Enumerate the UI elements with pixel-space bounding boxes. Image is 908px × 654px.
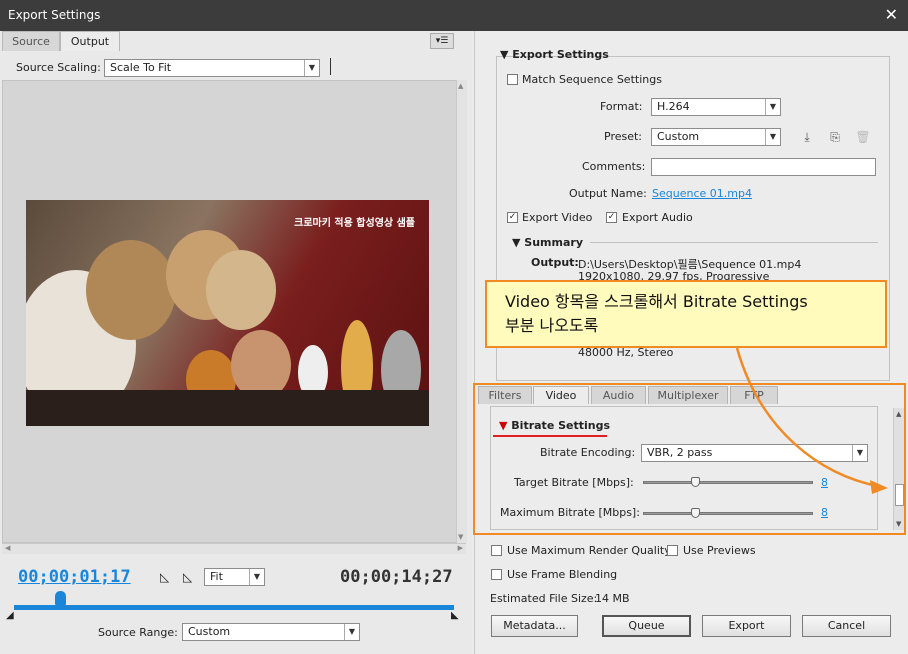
callout-line-1: Video 항목을 스크롤해서 Bitrate Settings: [505, 292, 808, 311]
file-size-value: 14 MB: [595, 592, 630, 605]
output-name-link[interactable]: Sequence 01.mp4: [652, 187, 752, 200]
tab-output[interactable]: Output: [60, 31, 120, 51]
callout-line-2: 부분 나오도록: [505, 316, 599, 335]
set-out-point-icon[interactable]: ◺: [183, 570, 192, 584]
scroll-left-icon[interactable]: ◀: [5, 544, 10, 552]
delete-preset-icon[interactable]: 🗑: [854, 129, 872, 145]
text-cursor: [330, 58, 331, 75]
tab-source[interactable]: Source: [2, 31, 60, 51]
source-range-label: Source Range:: [98, 626, 178, 639]
metadata-button[interactable]: Metadata...: [491, 615, 578, 637]
preset-value: Custom: [657, 130, 700, 143]
annotation-callout: Video 항목을 스크롤해서 Bitrate Settings 부분 나오도록: [485, 280, 887, 348]
frame-blending-label: Use Frame Blending: [507, 568, 618, 581]
title-bar: Export Settings ✕: [0, 0, 908, 31]
format-select[interactable]: H.264 ▼: [651, 98, 781, 116]
export-video-checkbox[interactable]: ✓: [507, 212, 518, 223]
max-render-quality-label: Use Maximum Render Quality: [507, 544, 671, 557]
end-timecode: 00;00;14;27: [340, 567, 453, 587]
timeline-bar[interactable]: [14, 605, 454, 610]
summary-divider: [590, 242, 878, 243]
collapse-triangle-icon: ▼: [500, 48, 513, 61]
summary-output-label: Output:: [531, 256, 579, 269]
export-button[interactable]: Export: [702, 615, 791, 637]
preview-vertical-scrollbar[interactable]: ▲ ▼: [456, 80, 467, 543]
annotation-arrow: [735, 347, 888, 494]
summary-header[interactable]: ▼ Summary: [512, 236, 583, 249]
collapse-triangle-icon: ▼: [512, 236, 525, 249]
chevron-down-icon: ▼: [344, 624, 359, 640]
queue-button[interactable]: Queue: [602, 615, 691, 637]
output-name-label: Output Name:: [569, 187, 647, 200]
close-icon[interactable]: ✕: [885, 5, 898, 24]
source-scaling-select[interactable]: Scale To Fit ▼: [104, 59, 320, 77]
out-point-marker-icon[interactable]: ◣: [451, 610, 459, 621]
table-surface: [26, 390, 429, 426]
scroll-down-icon[interactable]: ▼: [458, 533, 463, 541]
match-sequence-label: Match Sequence Settings: [522, 73, 662, 86]
set-in-point-icon[interactable]: ◺: [160, 570, 169, 584]
use-previews-checkbox[interactable]: [667, 545, 678, 556]
preset-label: Preset:: [604, 130, 643, 143]
match-sequence-checkbox[interactable]: [507, 74, 518, 85]
current-timecode[interactable]: 00;00;01;17: [18, 567, 131, 587]
chevron-down-icon: ▼: [765, 129, 780, 145]
window-title: Export Settings: [8, 8, 101, 22]
child-figure-left: [86, 240, 176, 340]
playhead-handle[interactable]: [55, 591, 66, 605]
source-range-select[interactable]: Custom ▼: [182, 623, 360, 641]
export-video-label: Export Video: [522, 211, 593, 224]
frame-blending-checkbox[interactable]: [491, 569, 502, 580]
preview-horizontal-scrollbar[interactable]: ◀ ▶: [2, 543, 466, 554]
comments-label: Comments:: [582, 160, 646, 173]
comments-input[interactable]: [651, 158, 876, 176]
max-render-quality-checkbox[interactable]: [491, 545, 502, 556]
format-label: Format:: [600, 100, 643, 113]
zoom-select[interactable]: Fit ▼: [204, 568, 265, 586]
scroll-up-icon[interactable]: ▲: [458, 82, 463, 90]
video-preview-frame: 크로마키 적용 합성영상 샘플: [26, 200, 429, 426]
child-figure-right: [206, 250, 276, 330]
save-preset-icon[interactable]: ⤓: [798, 129, 816, 145]
export-audio-label: Export Audio: [622, 211, 693, 224]
annotation-arrow-line: [735, 347, 879, 488]
source-scaling-label: Source Scaling:: [16, 61, 101, 74]
chevron-down-icon: ▼: [304, 60, 319, 76]
chevron-down-icon: ▼: [765, 99, 780, 115]
export-settings-title: Export Settings: [512, 48, 609, 61]
file-size-label: Estimated File Size:: [490, 592, 598, 605]
preset-select[interactable]: Custom ▼: [651, 128, 781, 146]
panel-menu-icon[interactable]: ▾☰: [430, 33, 454, 49]
export-settings-header[interactable]: ▼ Export Settings: [500, 48, 609, 61]
import-preset-icon[interactable]: ⎘: [826, 129, 844, 145]
export-audio-checkbox[interactable]: ✓: [606, 212, 617, 223]
annotation-arrow-head: [870, 480, 888, 494]
zoom-value: Fit: [210, 570, 223, 583]
use-previews-label: Use Previews: [683, 544, 756, 557]
in-point-marker-icon[interactable]: ◢: [6, 610, 14, 621]
chevron-down-icon: ▼: [249, 569, 264, 585]
scroll-right-icon[interactable]: ▶: [458, 544, 463, 552]
video-caption: 크로마키 적용 합성영상 샘플: [294, 218, 415, 229]
cancel-button[interactable]: Cancel: [802, 615, 891, 637]
source-scaling-value: Scale To Fit: [110, 61, 172, 74]
format-value: H.264: [657, 100, 690, 113]
source-range-value: Custom: [188, 625, 231, 638]
summary-title: Summary: [524, 236, 583, 249]
